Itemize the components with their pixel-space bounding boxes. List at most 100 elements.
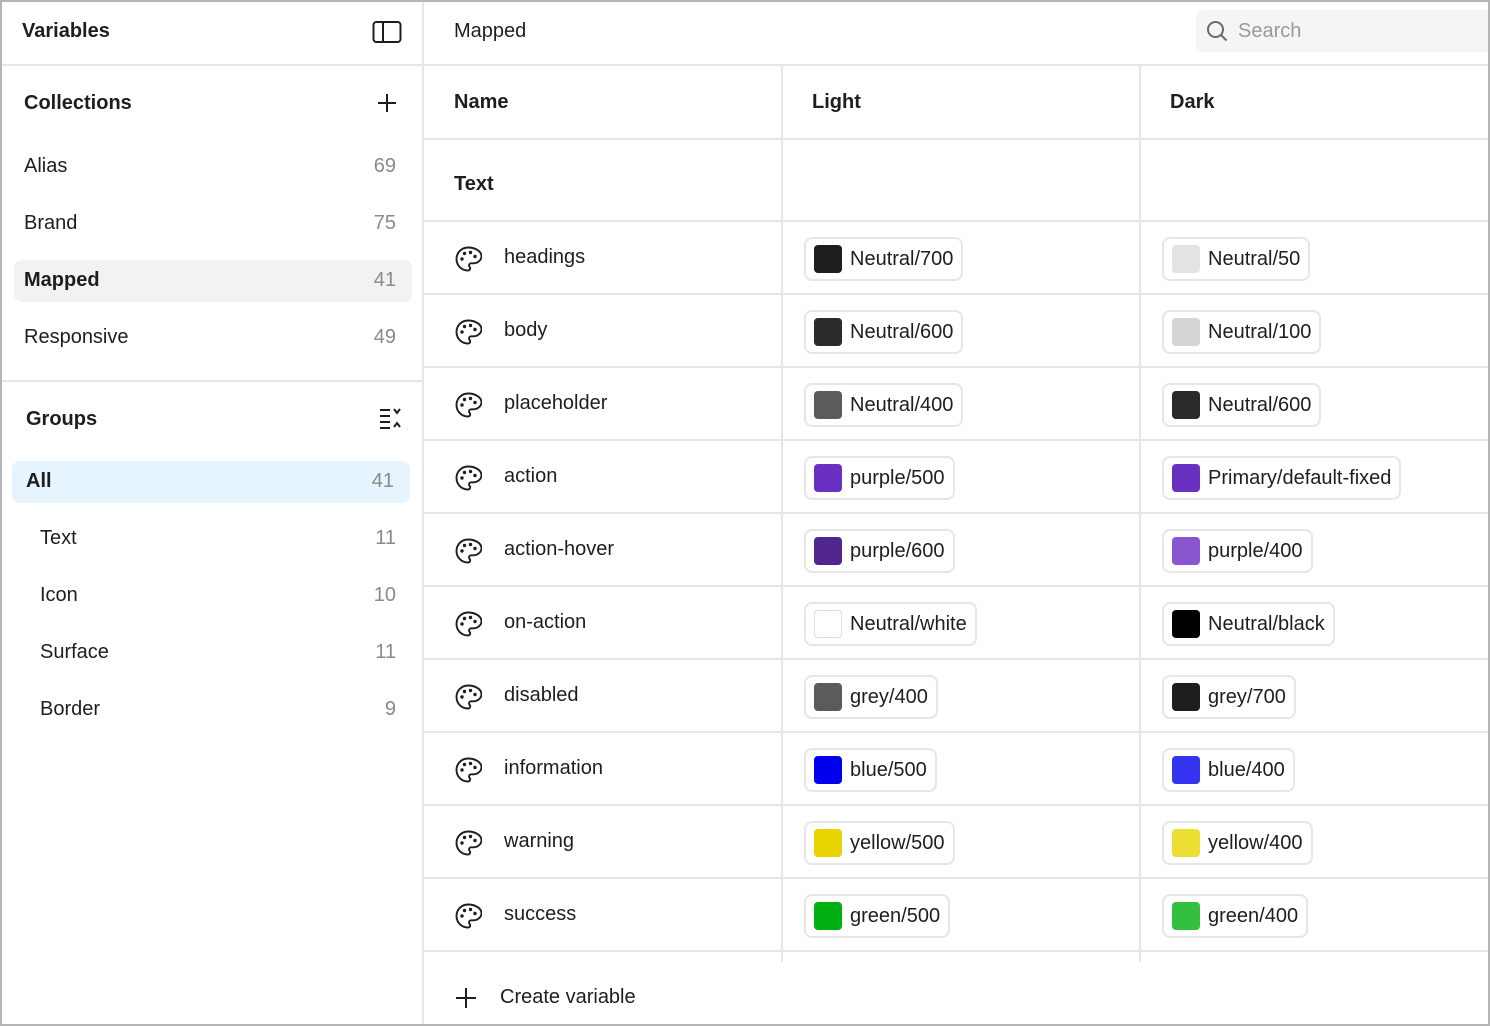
- dark-value-chip[interactable]: green/400: [1162, 894, 1309, 938]
- column-header-dark[interactable]: Dark: [1170, 66, 1214, 138]
- color-swatch: [1172, 902, 1200, 930]
- color-swatch: [1172, 391, 1200, 419]
- alias-label: blue/500: [850, 758, 927, 781]
- table-row[interactable]: warning yellow/500 yellow/400: [424, 806, 1488, 879]
- dark-value-chip[interactable]: Neutral/600: [1162, 383, 1322, 427]
- light-value-chip[interactable]: Neutral/white: [804, 602, 977, 646]
- collections-title: Collections: [24, 92, 132, 114]
- group-item-surface[interactable]: Surface 11: [14, 632, 412, 674]
- table-row[interactable]: on-action Neutral/white Neutral/black: [424, 587, 1488, 660]
- palette-icon: [454, 318, 483, 346]
- collection-item-brand[interactable]: Brand 75: [14, 203, 412, 245]
- collection-label: Brand: [24, 212, 78, 234]
- collection-item-responsive[interactable]: Responsive 49: [14, 317, 412, 359]
- groups-header: Groups: [2, 400, 422, 440]
- light-value-chip[interactable]: Neutral/600: [804, 310, 964, 354]
- group-item-all[interactable]: All 41: [12, 461, 410, 503]
- table-row[interactable]: action-hover purple/600 purple/400: [424, 514, 1488, 587]
- table-row[interactable]: success green/500 green/400: [424, 879, 1488, 952]
- alias-label: yellow/500: [850, 831, 945, 854]
- collection-label: Responsive: [24, 326, 129, 348]
- column-divider: [781, 66, 783, 962]
- group-label: Border: [40, 698, 101, 720]
- palette-icon: [454, 610, 483, 638]
- alias-label: yellow/400: [1208, 831, 1303, 854]
- dark-value-chip[interactable]: purple/400: [1162, 529, 1313, 573]
- group-count: 10: [373, 584, 396, 606]
- collection-item-mapped[interactable]: Mapped 41: [14, 260, 412, 302]
- light-value-chip[interactable]: Neutral/700: [804, 237, 964, 281]
- dark-value-chip[interactable]: blue/400: [1162, 748, 1295, 792]
- color-swatch: [814, 391, 842, 419]
- dark-value-chip[interactable]: Neutral/100: [1162, 310, 1322, 354]
- create-variable-button[interactable]: Create variable: [500, 986, 636, 1009]
- alias-label: purple/400: [1208, 539, 1303, 562]
- color-swatch: [814, 537, 842, 565]
- light-value-chip[interactable]: green/500: [804, 894, 951, 938]
- variable-name[interactable]: disabled: [504, 684, 579, 707]
- variable-name[interactable]: action-hover: [504, 538, 614, 561]
- light-value-chip[interactable]: purple/600: [804, 529, 955, 573]
- collection-item-alias[interactable]: Alias 69: [14, 146, 412, 188]
- table-row[interactable]: headings Neutral/700 Neutral/50: [424, 222, 1488, 295]
- variable-name[interactable]: action: [504, 465, 557, 488]
- list-collapse-icon[interactable]: [378, 406, 404, 430]
- dark-value-chip[interactable]: Neutral/black: [1162, 602, 1335, 646]
- alias-label: green/500: [850, 904, 941, 927]
- sidebar-title: Variables: [22, 20, 110, 42]
- group-label: Text: [40, 527, 77, 549]
- column-header-light[interactable]: Light: [812, 66, 861, 138]
- table-row[interactable]: disabled grey/400 grey/700: [424, 660, 1488, 733]
- sidebar-header: Variables: [2, 2, 422, 66]
- alias-label: Neutral/600: [850, 320, 954, 343]
- color-swatch: [1172, 318, 1200, 346]
- variable-name[interactable]: success: [504, 903, 576, 926]
- variable-name[interactable]: warning: [504, 830, 574, 853]
- column-header-name[interactable]: Name: [454, 66, 508, 138]
- color-swatch: [814, 318, 842, 346]
- light-value-chip[interactable]: blue/500: [804, 748, 937, 792]
- group-section-label: Text: [454, 173, 494, 195]
- palette-icon: [454, 756, 483, 784]
- alias-label: blue/400: [1208, 758, 1285, 781]
- search-input[interactable]: [1238, 18, 1478, 44]
- table-row[interactable]: action purple/500 Primary/default-fixed: [424, 441, 1488, 514]
- group-item-border[interactable]: Border 9: [14, 689, 412, 731]
- group-count: 11: [375, 641, 396, 663]
- collection-label: Mapped: [24, 269, 100, 291]
- alias-label: Neutral/100: [1208, 320, 1312, 343]
- variables-window: Variables Collections Alias 69 Brand 75 …: [0, 0, 1490, 1026]
- variable-name[interactable]: on-action: [504, 611, 586, 634]
- variable-name[interactable]: placeholder: [504, 392, 607, 415]
- group-item-icon[interactable]: Icon 10: [14, 575, 412, 617]
- collection-count: 69: [373, 155, 396, 177]
- variable-name[interactable]: information: [504, 757, 603, 780]
- dark-value-chip[interactable]: Neutral/50: [1162, 237, 1311, 281]
- collections-header: Collections: [2, 84, 422, 124]
- light-value-chip[interactable]: Neutral/400: [804, 383, 964, 427]
- sidebar-panel-icon[interactable]: [372, 20, 402, 44]
- variable-name[interactable]: headings: [504, 246, 585, 269]
- dark-value-chip[interactable]: yellow/400: [1162, 821, 1313, 865]
- group-item-text[interactable]: Text 11: [14, 518, 412, 560]
- collection-count: 41: [373, 269, 396, 291]
- alias-label: Neutral/white: [850, 612, 967, 635]
- variable-name[interactable]: body: [504, 319, 547, 342]
- light-value-chip[interactable]: grey/400: [804, 675, 938, 719]
- table-row[interactable]: placeholder Neutral/400 Neutral/600: [424, 368, 1488, 441]
- color-swatch: [814, 610, 842, 638]
- column-divider: [1139, 66, 1141, 962]
- add-collection-plus-icon[interactable]: [376, 92, 398, 114]
- light-value-chip[interactable]: purple/500: [804, 456, 955, 500]
- group-label: All: [26, 470, 52, 492]
- search-box[interactable]: [1196, 10, 1488, 52]
- table-row[interactable]: information blue/500 blue/400: [424, 733, 1488, 806]
- palette-icon: [454, 464, 483, 492]
- dark-value-chip[interactable]: grey/700: [1162, 675, 1296, 719]
- dark-value-chip[interactable]: Primary/default-fixed: [1162, 456, 1402, 500]
- light-value-chip[interactable]: yellow/500: [804, 821, 955, 865]
- color-swatch: [1172, 756, 1200, 784]
- table-row[interactable]: body Neutral/600 Neutral/100: [424, 295, 1488, 368]
- plus-icon[interactable]: [454, 986, 478, 1010]
- main-panel: Mapped Name Light Dark Text headings Neut…: [424, 2, 1488, 1024]
